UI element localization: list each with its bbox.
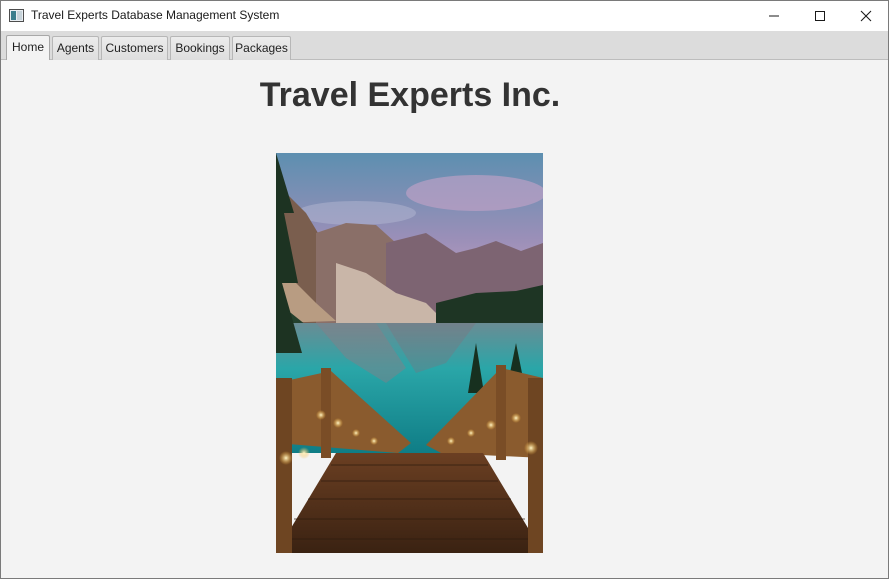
close-icon	[860, 10, 872, 22]
tab-bookings[interactable]: Bookings	[170, 36, 230, 60]
close-button[interactable]	[843, 1, 889, 31]
mountain-lake-boardwalk-photo	[276, 153, 543, 553]
app-window: Travel Experts Database Management Syste…	[0, 0, 889, 579]
tab-agents[interactable]: Agents	[52, 36, 99, 60]
maximize-button[interactable]	[797, 1, 843, 31]
minimize-icon	[769, 15, 779, 17]
tab-home[interactable]: Home	[6, 35, 50, 61]
home-panel: Travel Experts Inc.	[1, 60, 888, 578]
app-window-icon	[9, 9, 24, 22]
tab-customers[interactable]: Customers	[101, 36, 168, 60]
window-title: Travel Experts Database Management Syste…	[31, 8, 280, 22]
minimize-button[interactable]	[751, 1, 797, 31]
tab-bar: Home Agents Customers Bookings Packages	[1, 31, 888, 61]
tab-packages[interactable]: Packages	[232, 36, 291, 60]
maximize-icon	[815, 11, 825, 21]
page-title: Travel Experts Inc.	[259, 76, 561, 114]
title-bar[interactable]: Travel Experts Database Management Syste…	[1, 1, 888, 31]
